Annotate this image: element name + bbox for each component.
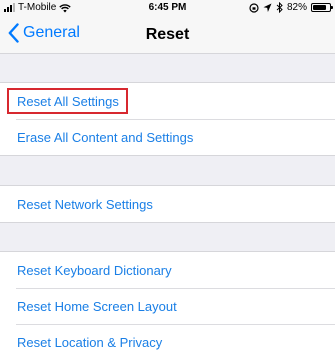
- cell-label: Reset Keyboard Dictionary: [17, 262, 172, 278]
- settings-group-3: Reset Keyboard Dictionary Reset Home Scr…: [0, 251, 335, 358]
- status-bar: T-Mobile 6:45 PM 82%: [0, 0, 335, 16]
- cell-label: Erase All Content and Settings: [17, 129, 194, 145]
- cell-label: Reset Home Screen Layout: [17, 298, 177, 314]
- battery-percent: 82%: [286, 2, 307, 13]
- reset-home-screen-layout-cell[interactable]: Reset Home Screen Layout: [0, 288, 335, 324]
- reset-network-settings-cell[interactable]: Reset Network Settings: [0, 186, 335, 222]
- settings-group-2: Reset Network Settings: [0, 185, 335, 223]
- battery-icon: [311, 3, 333, 12]
- page-title: Reset: [145, 26, 190, 43]
- reset-keyboard-dictionary-cell[interactable]: Reset Keyboard Dictionary: [0, 252, 335, 288]
- location-icon: [263, 3, 272, 12]
- rotation-lock-icon: [249, 2, 259, 13]
- cell-label: Reset Network Settings: [17, 196, 153, 212]
- bluetooth-icon: [276, 2, 283, 13]
- erase-all-content-cell[interactable]: Erase All Content and Settings: [0, 119, 335, 155]
- status-right: 82%: [249, 2, 333, 13]
- navigation-bar: General Reset: [0, 16, 335, 54]
- highlight-box: [7, 88, 128, 114]
- cell-label: Reset Location & Privacy: [17, 334, 163, 350]
- reset-location-privacy-cell[interactable]: Reset Location & Privacy: [0, 324, 335, 358]
